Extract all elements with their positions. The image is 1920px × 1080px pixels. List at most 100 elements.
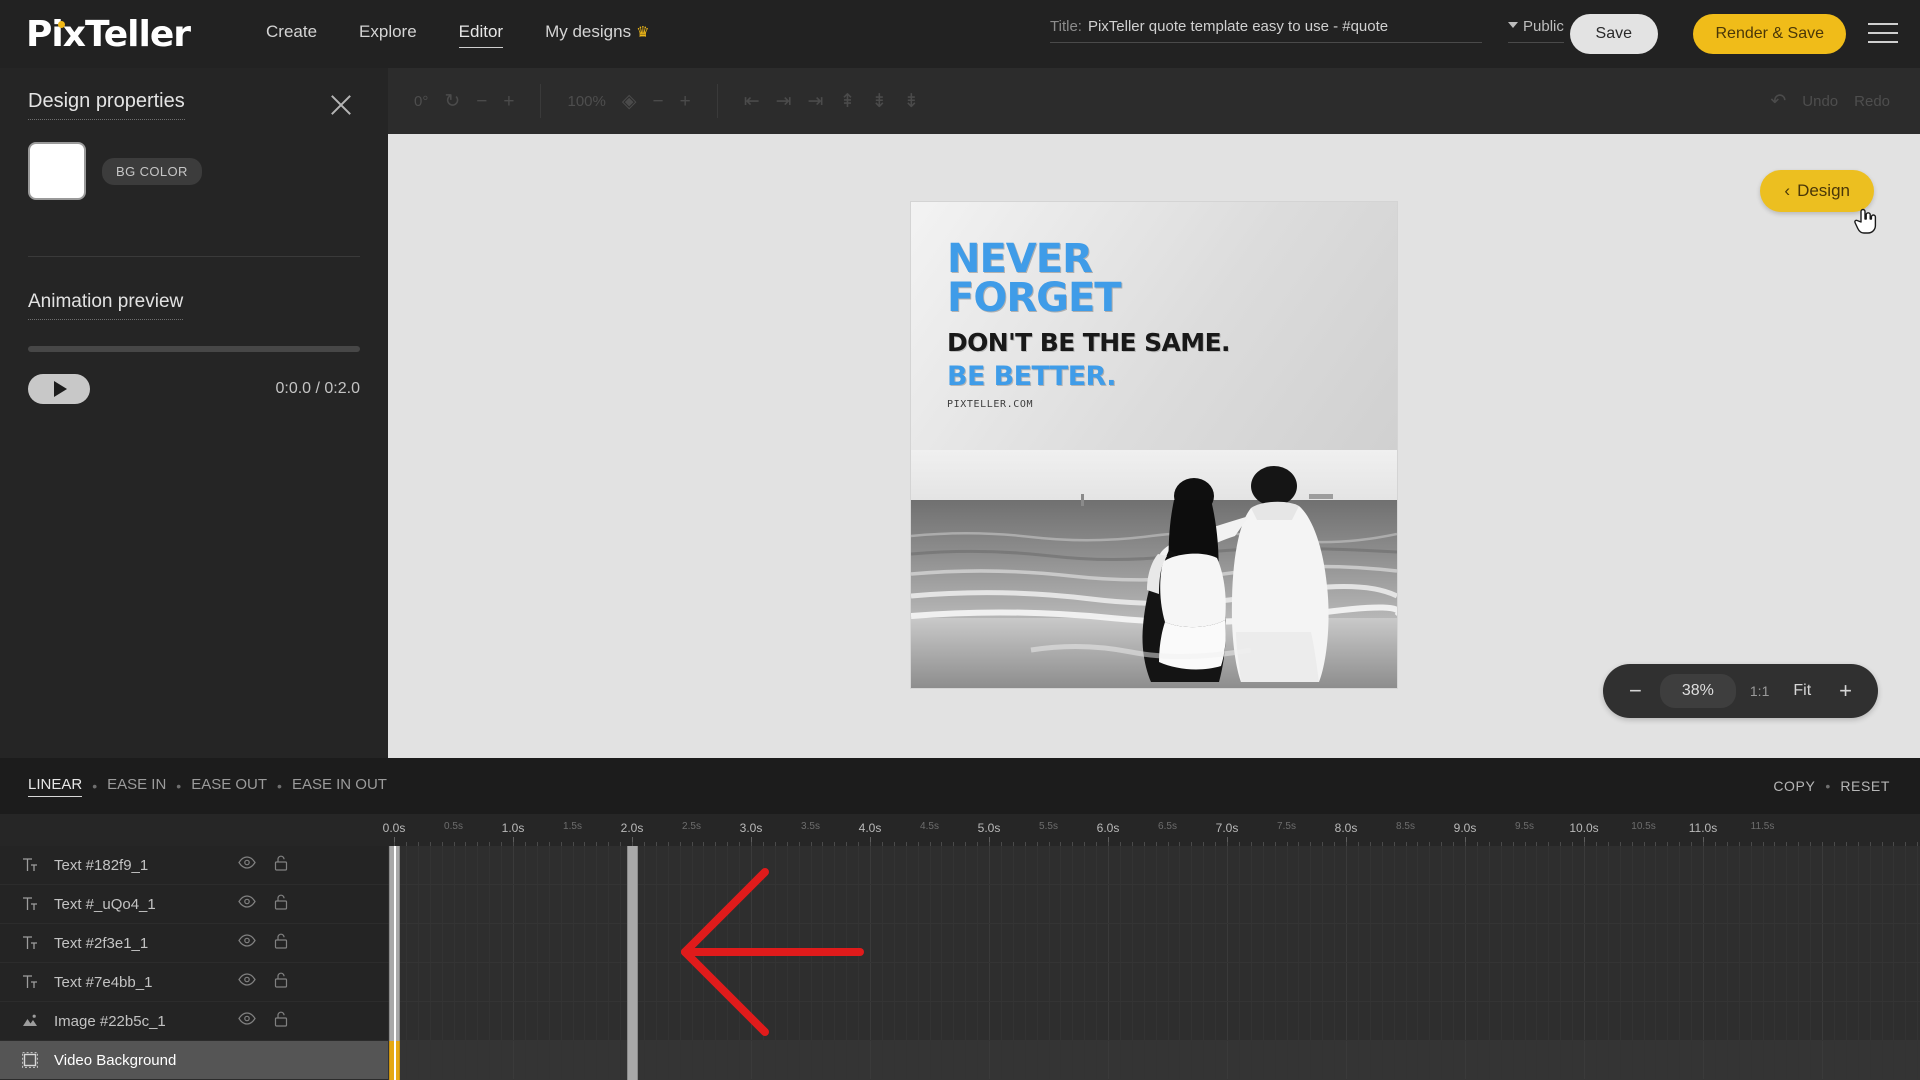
eye-icon[interactable] — [238, 1012, 256, 1025]
track-grid-line — [643, 1002, 645, 1040]
nav-item-my-designs[interactable]: My designs ♛ — [545, 22, 649, 46]
eye-icon[interactable] — [238, 895, 256, 908]
eye-icon[interactable] — [238, 856, 256, 874]
undo-label[interactable]: Undo — [1802, 93, 1838, 110]
animation-progress-slider[interactable] — [28, 346, 360, 352]
align-right-icon[interactable]: ⇥ — [808, 92, 824, 111]
track-grid-line — [1155, 924, 1157, 962]
track-grid-line — [1286, 1041, 1288, 1079]
align-bottom-icon[interactable]: ⇟ — [903, 92, 919, 111]
layer-row[interactable]: Text #182f9_1 — [0, 846, 388, 885]
eye-icon[interactable] — [238, 973, 256, 986]
keyframe-marker[interactable] — [627, 963, 638, 1002]
save-button[interactable]: Save — [1569, 14, 1658, 54]
eye-icon[interactable] — [238, 934, 256, 947]
easing-ease-in-out[interactable]: EASE IN OUT — [292, 776, 387, 796]
unlock-icon[interactable] — [274, 855, 288, 876]
rotation-increase-button[interactable]: + — [503, 92, 514, 111]
keyframe-marker[interactable] — [627, 846, 638, 885]
artboard-headline-1[interactable]: NEVER — [947, 239, 1230, 279]
track-row[interactable] — [388, 1002, 1920, 1041]
eye-icon[interactable] — [238, 934, 256, 952]
zoom-out-button[interactable]: − — [1615, 680, 1656, 702]
track-row[interactable] — [388, 924, 1920, 963]
track-grid-line — [715, 846, 717, 884]
pixteller-logo[interactable]: PixTeller — [26, 14, 191, 55]
eye-icon[interactable] — [238, 895, 256, 913]
align-left-icon[interactable]: ⇤ — [744, 92, 760, 111]
canvas-workspace[interactable]: NEVER FORGET DON'T BE THE SAME. BE BETTE… — [388, 134, 1920, 758]
unlock-icon[interactable] — [274, 1011, 288, 1032]
undo-icon[interactable]: ↶ — [1770, 92, 1786, 111]
unlock-icon[interactable] — [274, 894, 288, 915]
opacity-decrease-button[interactable]: − — [652, 92, 663, 111]
artboard[interactable]: NEVER FORGET DON'T BE THE SAME. BE BETTE… — [911, 202, 1397, 688]
zoom-fit-button[interactable]: Fit — [1783, 682, 1821, 700]
align-middle-vertical-icon[interactable]: ⇟ — [871, 92, 887, 111]
nav-item-create[interactable]: Create — [266, 22, 317, 46]
track-grid-line — [739, 885, 741, 923]
design-title-area: Title: PixTeller quote template easy to … — [1050, 18, 1564, 43]
track-row[interactable] — [388, 885, 1920, 924]
track-row[interactable] — [388, 1041, 1920, 1080]
keyframe-marker[interactable] — [627, 1041, 638, 1080]
layer-row[interactable]: Video Background — [0, 1041, 388, 1080]
easing-linear[interactable]: LINEAR — [28, 776, 83, 797]
track-grid-line — [524, 846, 526, 884]
layer-row[interactable]: Text #7e4bb_1 — [0, 963, 388, 1002]
align-center-horizontal-icon[interactable]: ⇥ — [776, 92, 792, 111]
unlock-icon[interactable] — [274, 972, 288, 993]
keyframe-marker[interactable] — [627, 1002, 638, 1041]
rotation-decrease-button[interactable]: − — [476, 92, 487, 111]
close-icon[interactable] — [328, 92, 354, 118]
visibility-dropdown[interactable]: Public — [1508, 18, 1564, 43]
opacity-increase-button[interactable]: + — [680, 92, 691, 111]
unlock-icon[interactable] — [274, 933, 288, 954]
unlock-icon[interactable] — [274, 1011, 288, 1027]
keyframe-marker[interactable] — [627, 885, 638, 924]
easing-ease-in[interactable]: EASE IN — [107, 776, 166, 796]
rotate-icon[interactable]: ↻ — [444, 92, 460, 111]
play-button[interactable] — [28, 374, 90, 404]
timeline-tracks[interactable] — [388, 846, 1920, 1080]
nav-item-editor[interactable]: Editor — [458, 22, 504, 48]
eye-icon[interactable] — [238, 856, 256, 869]
timeline-ruler[interactable]: 0.0s 1.0s 2.0s 3.0s 4.0s 5.0s 6.0s 7.0s 8.0s 9.0s… — [0, 814, 1920, 846]
hamburger-menu-icon[interactable] — [1868, 20, 1898, 46]
layer-row[interactable]: Text #_uQo4_1 — [0, 885, 388, 924]
track-row[interactable] — [388, 963, 1920, 1002]
nav-item-explore[interactable]: Explore — [359, 22, 417, 46]
track-row[interactable] — [388, 846, 1920, 885]
redo-label[interactable]: Redo — [1854, 93, 1890, 110]
artboard-headline-2[interactable]: FORGET — [947, 278, 1230, 318]
zoom-in-button[interactable]: + — [1825, 680, 1866, 702]
track-grid-line — [858, 1002, 860, 1040]
artboard-subhead[interactable]: DON'T BE THE SAME. — [947, 328, 1231, 357]
checkerboard-icon[interactable]: ◈ — [622, 92, 637, 111]
layer-row[interactable]: Image #22b5c_1 — [0, 1002, 388, 1041]
design-title-input[interactable]: Title: PixTeller quote template easy to … — [1050, 18, 1482, 43]
playhead[interactable] — [394, 846, 396, 1080]
design-toggle-button[interactable]: ‹ Design — [1760, 170, 1874, 212]
easing-ease-out[interactable]: EASE OUT — [191, 776, 267, 796]
layer-row[interactable]: Text #2f3e1_1 — [0, 924, 388, 963]
zoom-level-value[interactable]: 38% — [1659, 674, 1736, 708]
bg-color-swatch[interactable] — [28, 142, 86, 200]
eye-icon[interactable] — [238, 1012, 256, 1030]
track-grid-line — [1536, 963, 1538, 1001]
zoom-one-to-one-button[interactable]: 1:1 — [1740, 683, 1779, 699]
artboard-headline-3[interactable]: BE BETTER. — [947, 361, 1230, 392]
align-top-icon[interactable]: ⇞ — [839, 92, 855, 111]
render-and-save-button[interactable]: Render & Save — [1693, 14, 1846, 54]
artboard-photo[interactable] — [911, 450, 1397, 688]
copy-button[interactable]: COPY — [1773, 778, 1815, 794]
unlock-icon[interactable] — [274, 894, 288, 910]
unlock-icon[interactable] — [274, 855, 288, 871]
reset-button[interactable]: RESET — [1840, 778, 1890, 794]
keyframe-marker[interactable] — [627, 924, 638, 963]
unlock-icon[interactable] — [274, 972, 288, 988]
artboard-url-text[interactable]: PIXTELLER.COM — [947, 399, 1230, 410]
eye-icon[interactable] — [238, 973, 256, 991]
unlock-icon[interactable] — [274, 933, 288, 949]
track-grid-line — [1833, 963, 1835, 1001]
